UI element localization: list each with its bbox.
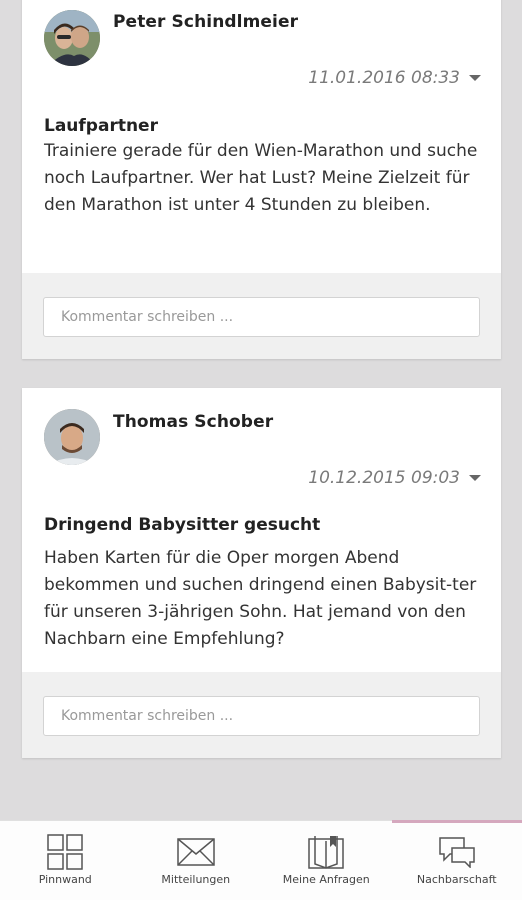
comment-section	[22, 273, 501, 359]
tab-label: Pinnwand	[38, 873, 92, 886]
tab-label: Mitteilungen	[161, 873, 231, 886]
post-title: Dringend Babysitter gesucht	[44, 515, 321, 535]
avatar-photo	[44, 409, 100, 465]
comment-input[interactable]	[43, 696, 480, 736]
post-body: Haben Karten für die Oper morgen Abend b…	[44, 548, 477, 649]
avatar[interactable]	[44, 409, 100, 465]
tab-pinnwand[interactable]: Pinnwand	[0, 821, 131, 900]
envelope-icon	[176, 832, 216, 872]
post-feed[interactable]: Peter Schindlmeier 11.01.2016 08:33 Lauf…	[0, 0, 522, 820]
post-author[interactable]: Thomas Schober	[113, 412, 273, 432]
tab-label: Nachbarschaft	[416, 873, 497, 886]
post-body: Trainiere gerade für den Wien-Marathon u…	[44, 141, 478, 215]
bottom-tab-bar: Pinnwand Mitteilungen Meine Anfragen Nac…	[0, 820, 522, 900]
tab-label: Meine Anfragen	[282, 873, 370, 886]
grid-icon	[45, 832, 85, 872]
chevron-down-icon[interactable]	[469, 475, 481, 481]
post-meta: 11.01.2016 08:33	[308, 68, 481, 88]
post-meta: 10.12.2015 09:03	[308, 468, 481, 488]
avatar[interactable]	[44, 10, 100, 66]
post-title: Laufpartner	[44, 116, 158, 136]
comment-section	[22, 672, 501, 758]
avatar-photo	[44, 10, 100, 66]
tab-nachbarschaft[interactable]: Nachbarschaft	[391, 820, 522, 900]
post-timestamp: 10.12.2015 09:03	[308, 468, 460, 488]
post-card: Thomas Schober 10.12.2015 09:03 Dringend…	[22, 388, 501, 758]
tab-meine-anfragen[interactable]: Meine Anfragen	[261, 821, 392, 900]
comment-input[interactable]	[43, 297, 480, 337]
book-icon	[306, 832, 346, 872]
post-card: Peter Schindlmeier 11.01.2016 08:33 Lauf…	[22, 0, 501, 359]
chat-bubbles-icon	[437, 832, 477, 872]
tab-mitteilungen[interactable]: Mitteilungen	[131, 821, 262, 900]
post-timestamp: 11.01.2016 08:33	[308, 68, 460, 88]
chevron-down-icon[interactable]	[469, 75, 481, 81]
post-author[interactable]: Peter Schindlmeier	[113, 12, 298, 32]
